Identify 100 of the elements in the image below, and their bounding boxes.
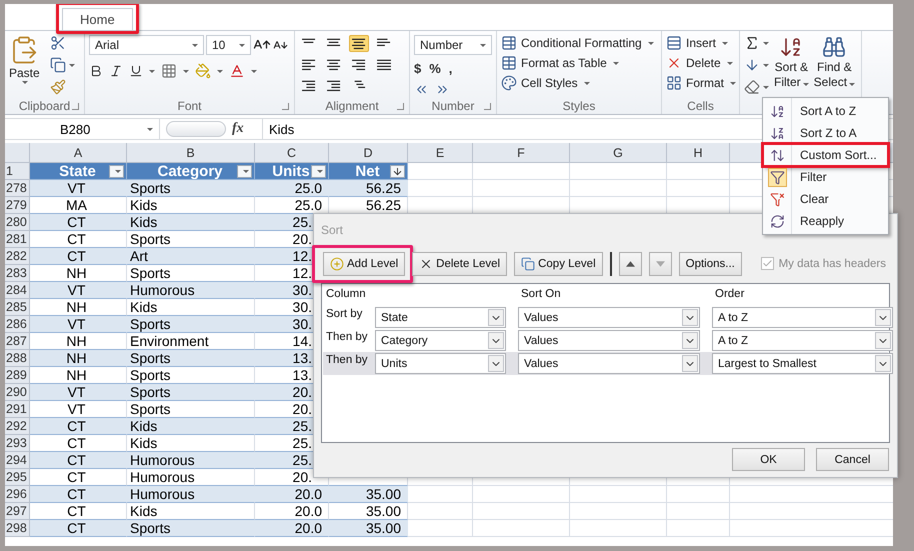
column-header[interactable]: H	[667, 143, 730, 163]
toolbar-button[interactable]: Add Level	[323, 252, 406, 276]
column-header[interactable]: E	[408, 143, 473, 163]
number-format-button[interactable]: $	[414, 61, 422, 76]
fill-icon[interactable]	[744, 57, 760, 73]
filter-button[interactable]	[390, 165, 405, 178]
menu-item[interactable]: Filter	[763, 166, 888, 188]
table-cell: Humorous	[127, 282, 255, 299]
row-header[interactable]: 292	[5, 418, 30, 435]
scissors-icon[interactable]	[50, 35, 66, 51]
splitter-handle[interactable]	[166, 121, 226, 137]
font-size-field[interactable]: 10	[206, 35, 251, 55]
menu-item[interactable]: Reapply	[763, 210, 888, 232]
sort-za-icon	[770, 126, 785, 140]
dropdown-field[interactable]: Values	[518, 353, 700, 374]
row-header[interactable]: 289	[5, 367, 30, 384]
row-header[interactable]: 284	[5, 282, 30, 299]
italic-icon[interactable]	[109, 64, 123, 78]
filter-button[interactable]	[109, 165, 124, 178]
number-format-field[interactable]: Number	[414, 35, 492, 55]
row-header[interactable]: 293	[5, 435, 30, 452]
number-format-button[interactable]: ,	[448, 61, 452, 76]
row-header[interactable]: 298	[5, 520, 30, 537]
styles-button[interactable]: Conditional Formatting	[501, 35, 654, 51]
ribbon-tab[interactable]: Home	[62, 8, 133, 30]
eraser-icon[interactable]	[744, 79, 760, 95]
font-color-icon[interactable]	[229, 63, 245, 79]
menu-item[interactable]: Custom Sort...	[763, 144, 888, 166]
copy-icon[interactable]	[50, 57, 66, 73]
row-header[interactable]: 290	[5, 384, 30, 401]
name-box[interactable]: B280	[5, 119, 160, 139]
styles-button[interactable]: Format as Table	[501, 55, 619, 71]
column-header[interactable]: F	[473, 143, 570, 163]
row-header[interactable]: 281	[5, 231, 30, 248]
row-header[interactable]: 295	[5, 469, 30, 486]
filter-x-icon	[770, 192, 785, 206]
row-header[interactable]: 287	[5, 333, 30, 350]
cells-button[interactable]: Delete	[666, 55, 733, 71]
row-header[interactable]: 285	[5, 299, 30, 316]
table-cell: Kids	[127, 418, 255, 435]
vertical-align-icon[interactable]	[349, 35, 369, 52]
dialog-button[interactable]: Cancel	[816, 448, 889, 471]
fill-color-icon[interactable]	[195, 63, 211, 79]
dropdown-field[interactable]: State	[375, 307, 506, 328]
column-header[interactable]: D	[329, 143, 408, 163]
table-cell: Humorous	[127, 452, 255, 469]
row-header[interactable]: 280	[5, 214, 30, 231]
caret-icon	[584, 82, 590, 84]
row-header[interactable]: 297	[5, 503, 30, 520]
move-up-button[interactable]	[618, 252, 642, 276]
row-header[interactable]: 294	[5, 452, 30, 469]
column-header[interactable]: A	[30, 143, 127, 163]
expand-icon[interactable]	[72, 103, 79, 110]
font-name-field[interactable]: Arial	[89, 35, 204, 55]
borders-icon[interactable]	[161, 63, 177, 79]
table-cell: Kids	[127, 197, 255, 214]
toolbar-button[interactable]: Options...	[678, 252, 742, 276]
caret-icon	[763, 42, 769, 44]
bold-icon[interactable]	[89, 64, 103, 78]
toolbar-button[interactable]: Delete Level	[412, 252, 508, 276]
dropdown-field[interactable]: A to Z	[712, 330, 893, 352]
row-header[interactable]: 1	[5, 163, 30, 180]
row-header[interactable]: 282	[5, 248, 30, 265]
cells-button[interactable]: Format	[666, 75, 736, 91]
dropdown-field[interactable]: Largest to Smallest	[712, 353, 893, 374]
row-header[interactable]: 279	[5, 197, 30, 214]
dropdown-field[interactable]: Values	[518, 330, 700, 352]
row-header[interactable]: 288	[5, 350, 30, 367]
column-header[interactable]: C	[255, 143, 329, 163]
toolbar-button[interactable]: Copy Level	[514, 252, 603, 276]
dropdown-field[interactable]: Values	[518, 307, 700, 328]
dropdown-field[interactable]: A to Z	[712, 307, 893, 328]
paintbrush-icon[interactable]	[50, 79, 66, 95]
styles-button[interactable]: Cell Styles	[501, 75, 590, 91]
table-cell: 25.0	[255, 180, 329, 197]
insert-function-button[interactable]: fx	[232, 121, 262, 137]
underline-icon[interactable]	[129, 64, 143, 78]
column-header[interactable]: G	[570, 143, 667, 163]
menu-item[interactable]: Clear	[763, 188, 888, 210]
row-header[interactable]: 291	[5, 401, 30, 418]
dialog-button[interactable]: OK	[732, 448, 805, 471]
expand-icon[interactable]	[397, 103, 404, 110]
row-header[interactable]: 286	[5, 316, 30, 333]
expand-icon[interactable]	[282, 103, 289, 110]
cells-button[interactable]: Insert	[666, 35, 728, 51]
paste-button[interactable]: Paste	[9, 35, 40, 97]
dropdown-field[interactable]: Category	[375, 330, 506, 352]
number-format-button[interactable]: %	[429, 61, 441, 76]
row-header[interactable]: 283	[5, 265, 30, 282]
table-cell: NH	[30, 333, 127, 350]
dropdown-field[interactable]: Units	[375, 353, 506, 374]
expand-icon[interactable]	[484, 103, 491, 110]
row-header[interactable]: 296	[5, 486, 30, 503]
filter-button[interactable]	[311, 165, 326, 178]
column-header[interactable]: B	[127, 143, 255, 163]
move-down-button[interactable]	[648, 252, 672, 276]
grid-icon	[666, 75, 682, 91]
table-cell: 25.0	[255, 197, 329, 214]
filter-button[interactable]	[237, 165, 252, 178]
row-header[interactable]: 278	[5, 180, 30, 197]
